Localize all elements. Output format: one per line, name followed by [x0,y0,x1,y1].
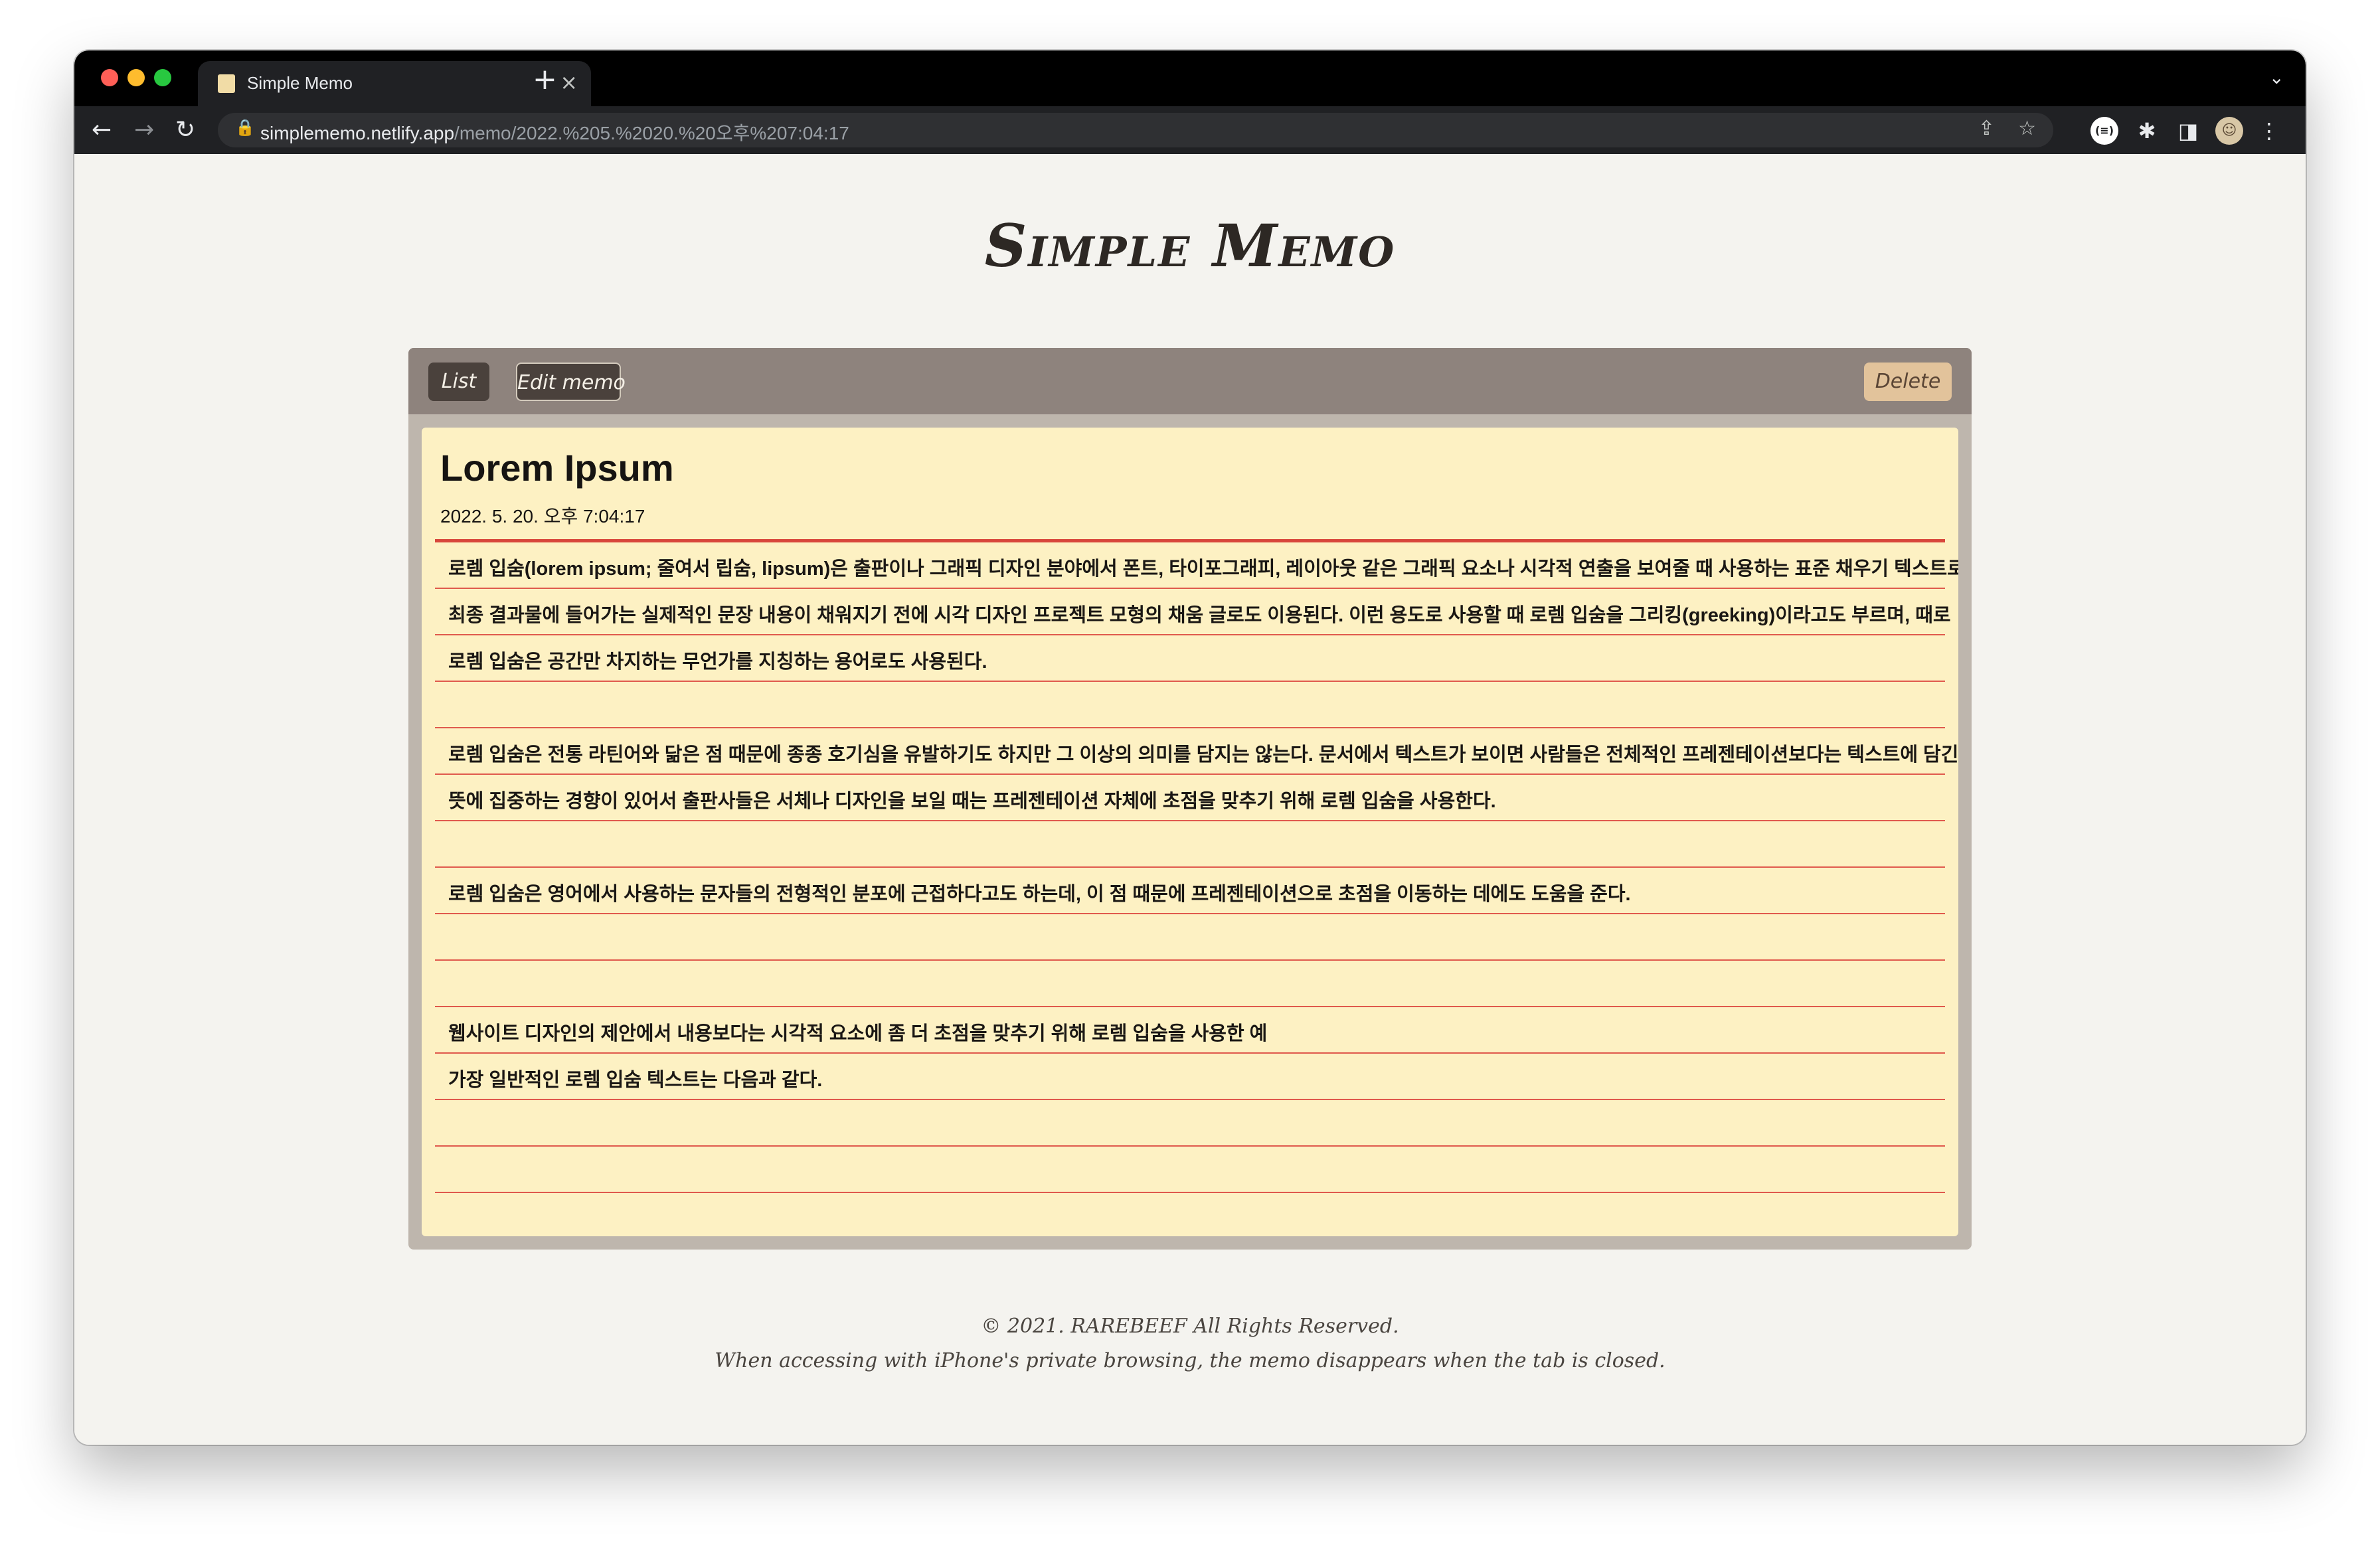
memo-line [435,821,1945,868]
footer-note: When accessing with iPhone's private bro… [715,1349,1665,1372]
memo-line: 가장 일반적인 로렘 입숨 텍스트는 다음과 같다. [435,1054,1945,1100]
memo-line [435,961,1945,1007]
memo-line [435,1100,1945,1147]
memo-favicon-icon [218,74,235,93]
edit-memo-button[interactable]: Edit memo [516,363,626,401]
list-button[interactable]: List [428,363,489,401]
memo-line-text: 로렘 입숨은 영어에서 사용하는 문자들의 전형적인 분포에 근접하다고도 하는… [448,884,1631,905]
memo-body: 로렘 입숨(lorem ipsum; 줄여서 립숨, lipsum)은 출판이나… [435,542,1958,1236]
url-text[interactable]: simplememo.netlify.app/memo/2022.%205.%2… [260,119,849,145]
side-panel-icon[interactable]: ◨ [2174,117,2202,145]
memo-line [435,682,1945,728]
memo-line [435,1147,1945,1193]
memo-line-text: 뜻에 집중하는 경향이 있어서 출판사들은 서체나 디자인을 보일 때는 프레젠… [448,791,1496,812]
memo-line: 로렘 입숨은 전통 라틴어와 닮은 점 때문에 종종 호기심을 유발하기도 하지… [435,728,1958,775]
memo-toolbar: List Edit memo Delete [408,348,1972,414]
bookmark-star-icon[interactable]: ☆ [2018,117,2036,140]
memo-line-text: 가장 일반적인 로렘 입숨 텍스트는 다음과 같다. [448,1070,823,1091]
memo-line-text: 로렘 입숨은 공간만 차지하는 무언가를 지칭하는 용어로도 사용된다. [448,651,987,673]
memo-line: 로렘 입숨은 공간만 차지하는 무언가를 지칭하는 용어로도 사용된다. [435,635,1945,682]
memo-title: Lorem Ipsum [440,447,674,489]
close-window-button[interactable] [101,69,118,86]
minimize-window-button[interactable] [128,69,145,86]
page-content: Simple Memo List Edit memo Delete Lorem … [74,154,2306,1445]
memo-line [435,914,1945,961]
memo-line: 웹사이트 디자인의 제안에서 내용보다는 시각적 요소에 좀 더 초점을 맞추기… [435,1007,1945,1054]
memo-line-text: 로렘 입숨은 전통 라틴어와 닮은 점 때문에 종종 호기심을 유발하기도 하지… [448,744,1958,766]
delete-button[interactable]: Delete [1864,363,1952,401]
memo-line: 로렘 입숨(lorem ipsum; 줄여서 립숨, lipsum)은 출판이나… [435,542,1958,589]
back-arrow-icon[interactable]: ← [92,116,112,145]
tab-bar: Simple Memo × + ⌄ [74,50,2306,106]
memo-sheet: Lorem Ipsum 2022. 5. 20. 오후 7:04:17 로렘 입… [422,428,1958,1236]
memo-line: 최종 결과물에 들어가는 실제적인 문장 내용이 채워지기 전에 시각 디자인 … [435,589,1951,635]
footer-copyright: © 2021. RAREBEEF All Rights Reserved. [981,1315,1399,1338]
tab-search-chevron-icon[interactable]: ⌄ [2269,66,2284,88]
share-icon[interactable]: ⇪ [1978,117,1995,140]
browser-window: Simple Memo × + ⌄ ← → ↻ 🔒 simplememo.net… [74,50,2306,1445]
memo-line: 로렘 입숨은 영어에서 사용하는 문자들의 전형적인 분포에 근접하다고도 하는… [435,868,1945,914]
address-bar[interactable]: 🔒 simplememo.netlify.app/memo/2022.%205.… [218,113,2053,147]
memo-panel: List Edit memo Delete Lorem Ipsum 2022. … [408,348,1972,1250]
memo-line: 뜻에 집중하는 경향이 있어서 출판사들은 서체나 디자인을 보일 때는 프레젠… [435,775,1945,821]
browser-menu-icon[interactable]: ⋮ [2255,117,2283,145]
memo-line-text: 웹사이트 디자인의 제안에서 내용보다는 시각적 요소에 좀 더 초점을 맞추기… [448,1023,1268,1044]
profile-avatar-icon[interactable]: ☺ [2215,117,2243,145]
extensions-puzzle-icon[interactable]: ✱ [2133,117,2161,145]
zoom-window-button[interactable] [154,69,171,86]
url-path: /memo/2022.%205.%2020.%20오후%207:04:17 [454,123,849,143]
url-host: simplememo.netlify.app [260,123,455,143]
extension-icon[interactable]: (≡) [2090,117,2118,145]
memo-line [435,1193,1945,1236]
tab-title: Simple Memo [247,73,353,93]
memo-line-text: 로렘 입숨(lorem ipsum; 줄여서 립숨, lipsum)은 출판이나… [448,558,1958,580]
forward-arrow-icon[interactable]: → [134,116,154,145]
memo-line-text: 최종 결과물에 들어가는 실제적인 문장 내용이 채워지기 전에 시각 디자인 … [448,605,1951,626]
memo-date: 2022. 5. 20. 오후 7:04:17 [440,506,645,527]
site-title: Simple Memo [984,211,1396,280]
new-tab-button[interactable]: + [533,65,557,94]
lock-icon[interactable]: 🔒 [235,118,255,137]
tab-close-icon[interactable]: × [560,70,578,94]
reload-icon[interactable]: ↻ [175,116,195,145]
browser-toolbar: ← → ↻ 🔒 simplememo.netlify.app/memo/2022… [74,106,2306,154]
